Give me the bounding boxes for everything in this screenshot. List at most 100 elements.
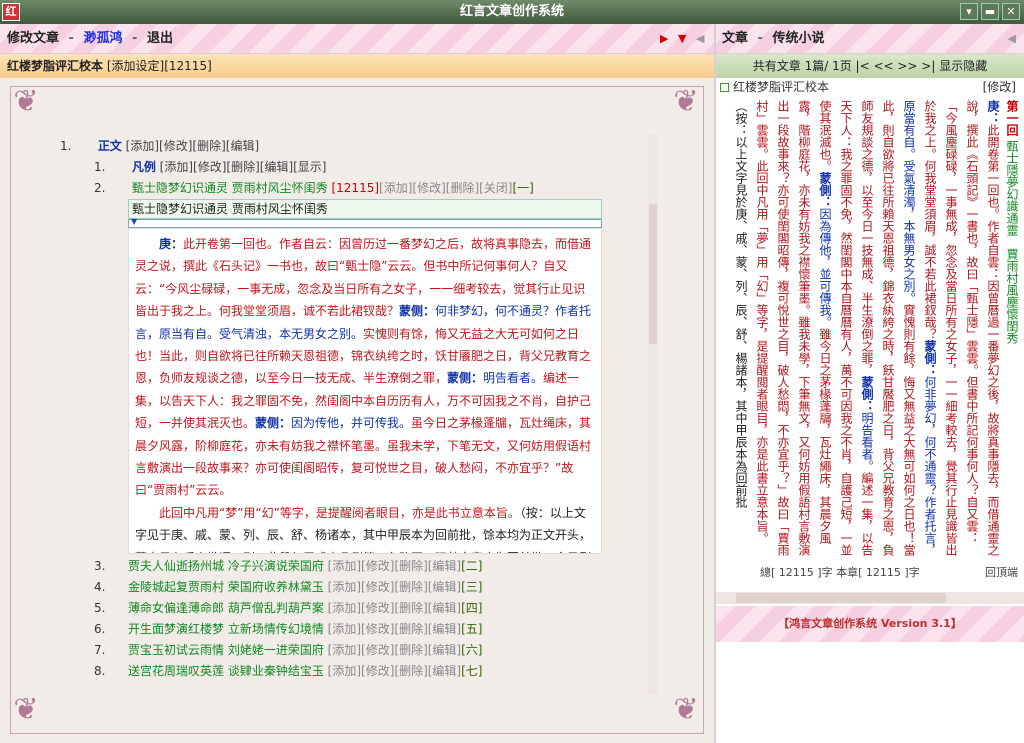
article-label: 文章 (722, 31, 749, 46)
zhengwen-node[interactable]: 正文 (98, 139, 122, 153)
triangle-down-icon[interactable]: ▼ (678, 24, 686, 53)
checkbox-icon[interactable] (720, 83, 729, 92)
tree-chapter-row: 5. 薄命女偏逢薄命郎 葫芦僧乱判葫芦案 [添加][修改][删除][编辑][四] (60, 598, 650, 619)
chapter-tag: [六] (461, 643, 483, 657)
right-panel: 红楼梦脂评汇校本 [修改] 第一回 甄士隱夢幻識通靈 賈雨村風塵懷閨秀 庚：此開卷… (716, 78, 1024, 743)
chapter-title-input[interactable]: 甄士隐梦幻识通灵 贾雨村风尘怀闺秀 (128, 199, 602, 219)
ornament-icon: ❦ (673, 692, 699, 727)
word-stats: 總[ 12115 ]字 本章[ 12115 ]字 回頂端 (716, 562, 1024, 584)
pagination-bar: 共有文章 1篇/ 1页 |< << >> >| 显示隐藏 (716, 54, 1024, 78)
commentary-text: 此回中凡用“梦”用“幻”等字，是提醒阅者眼目，亦是此书立意本旨。 (159, 505, 520, 520)
chapter-list: 3. 贾夫人仙逝扬州城 冷子兴演说荣国府 [添加][修改][删除][编辑][二] 4… (60, 556, 650, 682)
chapter-tag: [五] (461, 622, 483, 636)
triangle-left-icon[interactable]: ◀ (696, 24, 704, 53)
ornament-icon: ❦ (13, 84, 39, 119)
chapter-tag: [三] (461, 580, 483, 594)
vertical-body: 庚：此開卷第一回也。作者自雲：因曾曆過一番夢幻之後，故將真事隱去，而借通靈之說，… (720, 100, 1003, 563)
chapter-tag: [四] (461, 601, 483, 615)
node-actions[interactable]: [添加][修改][删除][编辑][显示] (160, 160, 327, 174)
modify-link[interactable]: [修改] (983, 78, 1016, 96)
maximize-icon[interactable]: ▬ (981, 3, 999, 20)
ornament-icon: ❦ (673, 84, 699, 119)
row-number: 5. (94, 601, 106, 615)
chapter-title[interactable]: 甄士隐梦幻识通灵 贾雨村风尘怀闺秀 (132, 181, 328, 195)
commenter-label: 庚： (159, 237, 184, 251)
right-header: 文章 - 传统小说 ◀ (716, 24, 1024, 53)
tree-chapter-current: 2. 甄士隐梦幻识通灵 贾雨村风尘怀闺秀 [12115][添加][修改][删除]… (60, 178, 650, 199)
triangle-down-icon[interactable]: ▼ (131, 217, 137, 226)
tree-chapter-row: 6. 开生面梦演红楼梦 立新场情传幻境情 [添加][修改][删除][编辑][五] (60, 619, 650, 640)
row-number: 2. (94, 181, 106, 195)
chapter-title[interactable]: 薄命女偏逢薄命郎 葫芦僧乱判葫芦案 (128, 601, 324, 615)
footer-text: 【鸿言文章创作系统 Version 3.1】 (778, 617, 962, 630)
node-actions[interactable]: [添加][修改][删除][编辑] (328, 664, 461, 678)
node-actions[interactable]: [添加][修改][删除][编辑] (328, 601, 461, 615)
stats-text: 總[ 12115 ]字 本章[ 12115 ]字 (760, 566, 920, 579)
side-comment: 因为传他，并可传我。 (291, 416, 412, 431)
node-actions[interactable]: [添加][修改][删除][关闭] (379, 181, 512, 195)
article-title[interactable]: 红楼梦脂评汇校本 (733, 80, 829, 94)
row-number: 6. (94, 622, 106, 636)
row-number: 7. (94, 643, 106, 657)
book-title-bar: 红楼梦脂评汇校本 [添加设定][12115] (0, 54, 714, 78)
row-number: 8. (94, 664, 106, 678)
scroll-thumb[interactable] (736, 593, 946, 603)
app-icon: 红 (2, 3, 20, 21)
minimize-icon[interactable]: ▾ (960, 3, 978, 20)
left-header: 修改文章 - 渺孤鸿 - 退出 ▶ ▼ ◀ (0, 24, 714, 53)
category-label[interactable]: 传统小说 (772, 31, 824, 46)
separator: - (68, 31, 74, 46)
collapse-icon[interactable]: ◀ (1008, 24, 1016, 53)
chapter-title[interactable]: 送宫花周瑞叹英莲 谈肄业秦钟结宝玉 (128, 664, 324, 678)
node-actions[interactable]: [添加][修改][删除][编辑] (328, 622, 461, 636)
chapter-preview: 庚：此开卷第一回也。作者自云：因曾历过一番梦幻之后，故将真事隐去，而借通灵之说，… (128, 228, 602, 554)
article-title-row: 红楼梦脂评汇校本 [修改] (716, 78, 1024, 96)
chapter-title[interactable]: 贾夫人仙逝扬州城 冷子兴演说荣国府 (128, 559, 324, 573)
tree-chapter-row: 8. 送宫花周瑞叹英莲 谈肄业秦钟结宝玉 [添加][修改][删除][编辑][七] (60, 661, 650, 682)
book-title: 红楼梦脂评汇校本 (7, 59, 104, 73)
back-to-top-link[interactable]: 回頂端 (985, 562, 1018, 584)
node-actions[interactable]: [添加][修改][删除][编辑] (328, 559, 461, 573)
format-bar[interactable]: ▼ (128, 217, 602, 228)
chapter-tag: [二] (461, 559, 483, 573)
chapter-title[interactable]: 金陵城起复贾雨村 荣国府收养林黛玉 (128, 580, 324, 594)
tree-root: 1. 正文 [添加][修改][删除][编辑] (60, 136, 650, 157)
commenter-label: 蒙側： (923, 340, 937, 376)
tree-chapter-row: 3. 贾夫人仙逝扬州城 冷子兴演说荣国府 [添加][修改][删除][编辑][二] (60, 556, 650, 577)
modify-article-label: 修改文章 (7, 31, 60, 46)
add-setting-link[interactable]: [添加设定] (107, 59, 164, 73)
author-link[interactable]: 渺孤鸿 (83, 31, 122, 46)
preview-paragraph: 庚：此开卷第一回也。作者自云：因曾历过一番梦幻之后，故将真事隐去，而借通灵之说，… (135, 233, 595, 502)
side-comment: 因為傳他，並可傳我。 (818, 208, 832, 328)
exit-link[interactable]: 退出 (147, 31, 173, 46)
triangle-right-icon[interactable]: ▶ (660, 24, 668, 53)
pagination-text[interactable]: 共有文章 1篇/ 1页 |< << >> >| 显示隐藏 (753, 59, 987, 73)
close-icon[interactable]: ✕ (1002, 3, 1020, 20)
side-comment: 明告看者。 (483, 371, 544, 386)
node-actions[interactable]: [添加][修改][删除][编辑] (328, 643, 461, 657)
node-actions[interactable]: [添加][修改][删除][编辑] (126, 139, 259, 153)
tree-chapter-row: 7. 贾宝玉初试云雨情 刘姥姥一进荣国府 [添加][修改][删除][编辑][六] (60, 640, 650, 661)
chapter-tag: [七] (461, 664, 483, 678)
chapter-tag: [一] (512, 181, 534, 195)
horizontal-scrollbar[interactable] (716, 592, 1024, 604)
chapter-tree: 1. 正文 [添加][修改][删除][编辑] 1. 凡例 [添加][修改][删除… (60, 136, 650, 682)
word-count: [12115] (164, 59, 212, 73)
chapter-count: [12115] (331, 181, 380, 195)
blank-area (716, 644, 1024, 743)
window-title: 红言文章创作系统 (459, 4, 564, 19)
row-number: 4. (94, 580, 106, 594)
tree-fanli: 1. 凡例 [添加][修改][删除][编辑][显示] (60, 157, 650, 178)
chapter-title[interactable]: 贾宝玉初试云雨情 刘姥姥一进荣国府 (128, 643, 324, 657)
commenter-label: 蒙侧： (399, 304, 436, 319)
commenter-label: 蒙側： (818, 172, 832, 208)
node-actions[interactable]: [添加][修改][删除][编辑] (328, 580, 461, 594)
ornament-icon: ❦ (13, 692, 39, 727)
fanli-node[interactable]: 凡例 (132, 160, 156, 174)
chapter-title[interactable]: 开生面梦演红楼梦 立新场情传幻境情 (128, 622, 324, 636)
commenter-label: 庚： (986, 100, 1000, 124)
row-number: 1. (94, 160, 106, 174)
scroll-thumb[interactable] (649, 204, 657, 344)
commenter-label: 蒙侧： (447, 371, 484, 386)
chapter-number: 第一回 (1005, 100, 1019, 136)
